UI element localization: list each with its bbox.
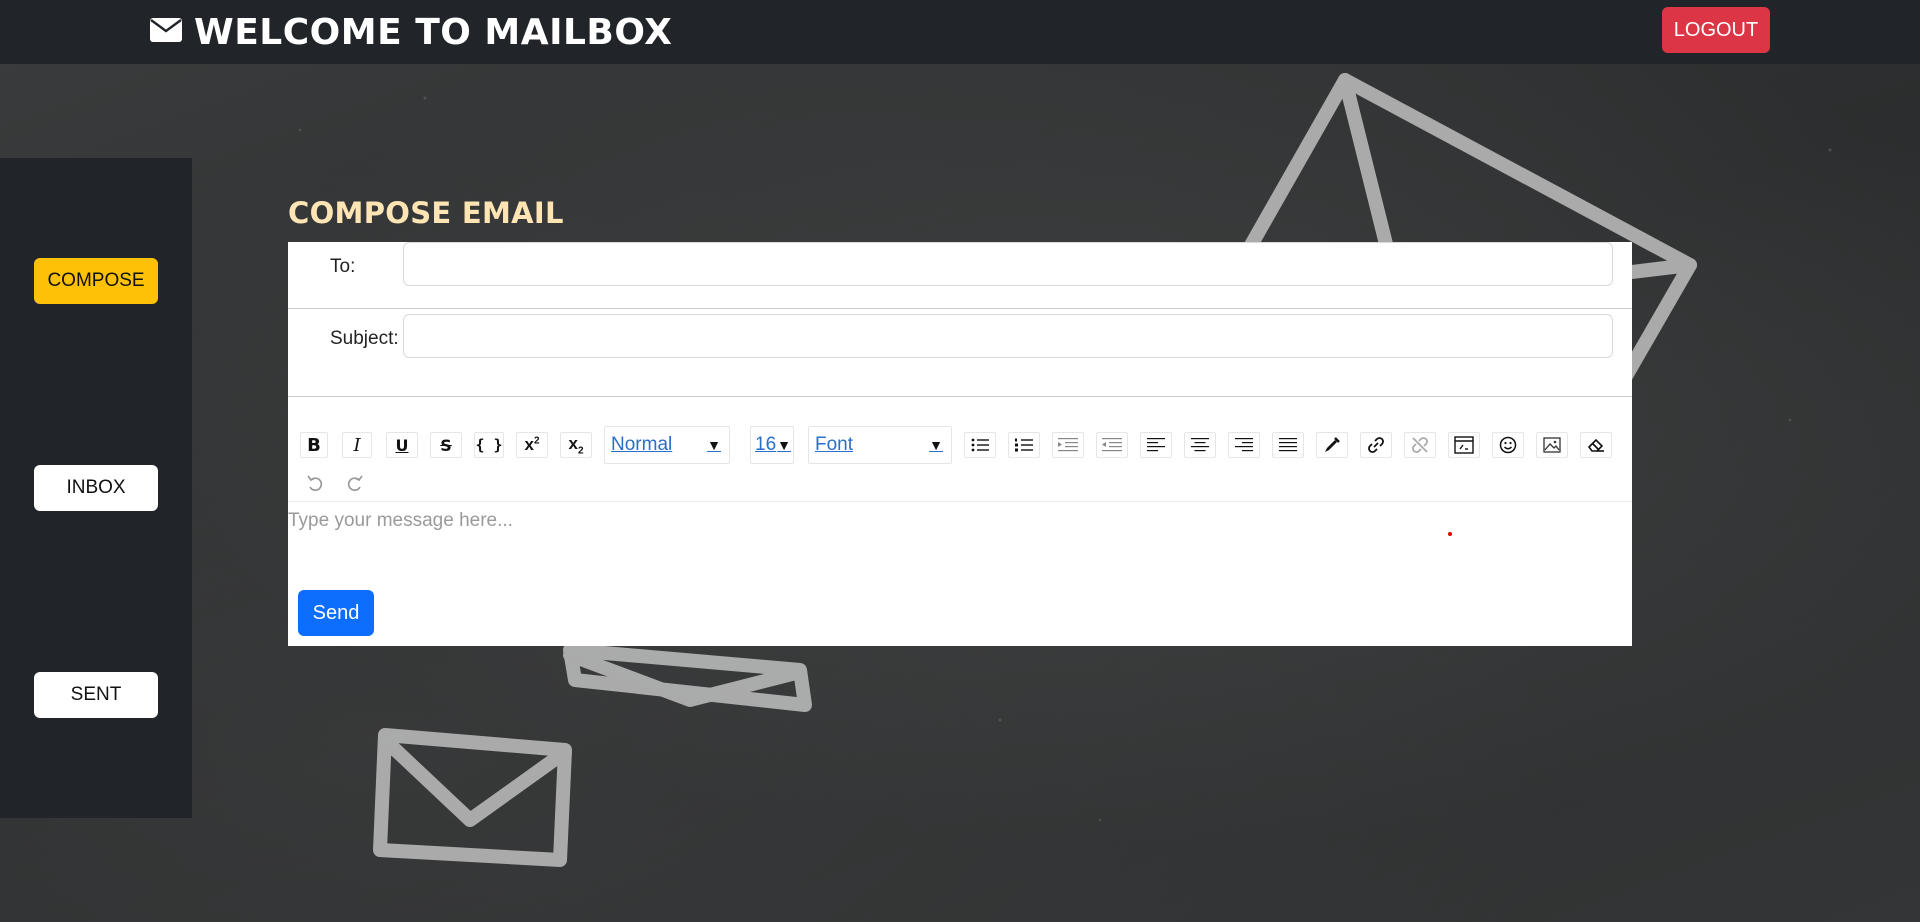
font-size-select[interactable]: 16 ▼ (750, 426, 794, 464)
ordered-list-icon[interactable] (1008, 432, 1040, 458)
bold-icon[interactable]: B (300, 432, 328, 458)
redo-icon[interactable] (340, 470, 370, 496)
brand: WELCOME TO MAILBOX (150, 10, 672, 54)
subject-label: Subject: (330, 328, 399, 349)
editor-toolbar: B I U S { } x2 x2 Normal ▼ 16 ▼ Font ▼ (288, 418, 1632, 502)
font-family-value: Font (815, 434, 854, 455)
envelope-icon (150, 17, 182, 47)
superscript-icon[interactable]: x2 (516, 432, 548, 458)
divider (288, 308, 1632, 309)
app-title: WELCOME TO MAILBOX (194, 11, 673, 53)
italic-icon[interactable]: I (342, 432, 372, 458)
top-navbar: WELCOME TO MAILBOX LOGOUT (0, 0, 1920, 64)
code-icon[interactable]: { } (474, 432, 504, 458)
sidebar: COMPOSE INBOX SENT (0, 158, 192, 818)
block-type-select[interactable]: Normal ▼ (604, 426, 730, 464)
outdent-icon[interactable] (1096, 432, 1128, 458)
to-input[interactable] (403, 242, 1613, 286)
caret-down-icon: ▼ (777, 437, 791, 453)
emoji-icon[interactable] (1492, 432, 1524, 458)
compose-panel: To: Subject: B I U S { } x2 x2 Normal ▼ … (288, 242, 1632, 646)
unordered-list-icon[interactable] (964, 432, 996, 458)
send-button[interactable]: Send (298, 590, 374, 636)
undo-icon[interactable] (300, 470, 330, 496)
align-left-icon[interactable] (1140, 432, 1172, 458)
cursor-dot (1448, 532, 1452, 536)
align-justify-icon[interactable] (1272, 432, 1304, 458)
subscript-icon[interactable]: x2 (560, 432, 592, 458)
font-family-select[interactable]: Font ▼ (808, 426, 952, 464)
image-icon[interactable] (1536, 432, 1568, 458)
color-picker-icon[interactable] (1316, 432, 1348, 458)
embed-icon[interactable] (1448, 432, 1480, 458)
caret-down-icon: ▼ (707, 437, 721, 453)
message-body-input[interactable] (288, 510, 1632, 580)
block-type-value: Normal (611, 434, 673, 455)
sidebar-item-sent[interactable]: SENT (34, 672, 158, 718)
link-icon[interactable] (1360, 432, 1392, 458)
sidebar-item-inbox[interactable]: INBOX (34, 465, 158, 511)
indent-icon[interactable] (1052, 432, 1084, 458)
unlink-icon[interactable] (1404, 432, 1436, 458)
to-label: To: (330, 256, 356, 277)
strikethrough-icon[interactable]: S (430, 432, 462, 458)
align-center-icon[interactable] (1184, 432, 1216, 458)
sidebar-item-compose[interactable]: COMPOSE (34, 258, 158, 304)
page-title: COMPOSE EMAIL (288, 196, 564, 230)
logout-button[interactable]: LOGOUT (1662, 7, 1770, 53)
font-size-value: 16 (755, 434, 777, 455)
underline-icon[interactable]: U (386, 432, 418, 458)
align-right-icon[interactable] (1228, 432, 1260, 458)
caret-down-icon: ▼ (929, 437, 943, 453)
eraser-icon[interactable] (1580, 432, 1612, 458)
divider (288, 396, 1632, 397)
subject-input[interactable] (403, 314, 1613, 358)
